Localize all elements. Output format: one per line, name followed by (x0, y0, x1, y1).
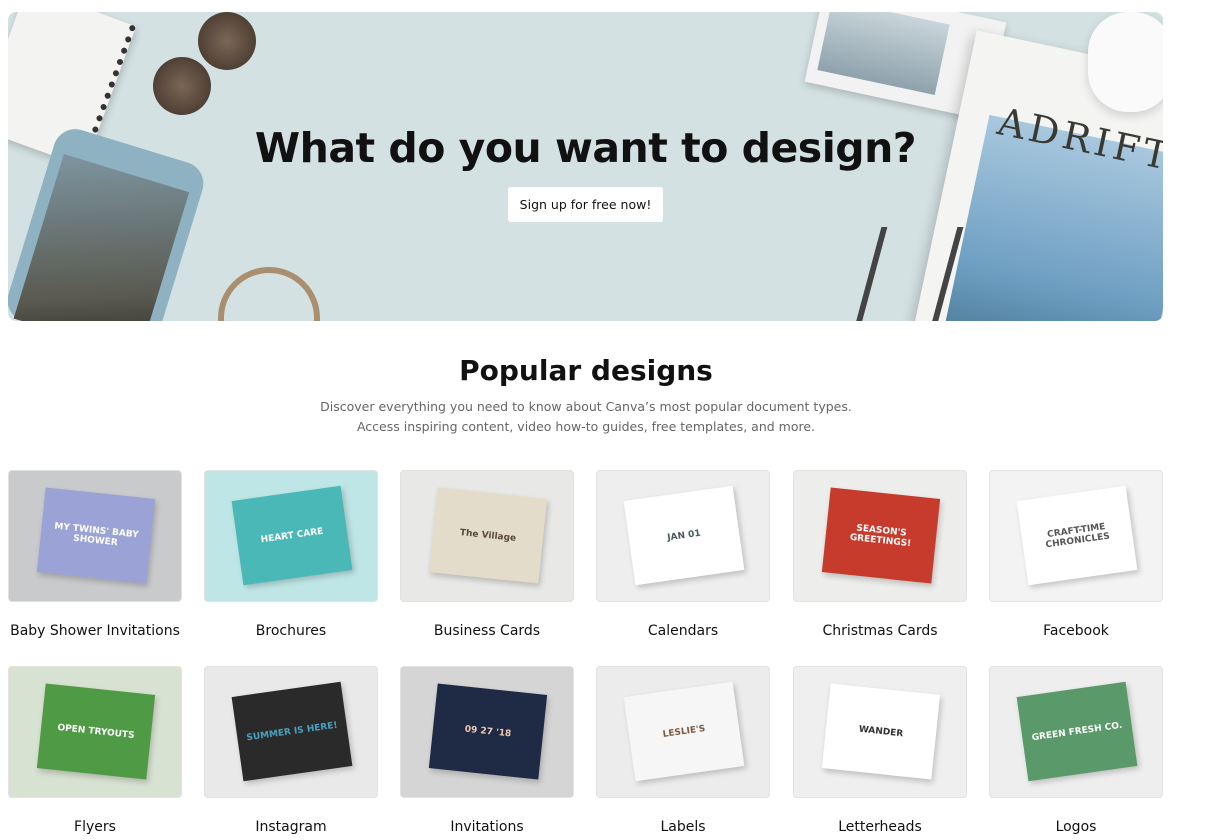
thumbnail-card: SUMMER IS HERE! (231, 681, 353, 782)
design-label[interactable]: Calendars (596, 623, 770, 639)
thumbnail-text: LESLIE'S (662, 723, 706, 740)
design-card-christmas-cards[interactable]: SEASON'S GREETINGS! Christmas Cards (793, 470, 967, 639)
design-thumbnail[interactable]: SEASON'S GREETINGS! (793, 470, 967, 602)
thumbnail-text: MY TWINS' BABY SHOWER (53, 521, 140, 548)
design-label[interactable]: Business Cards (400, 623, 574, 639)
design-card-business-cards[interactable]: The Village Business Cards (400, 470, 574, 639)
design-thumbnail[interactable]: SUMMER IS HERE! (204, 666, 378, 798)
design-label[interactable]: Brochures (204, 623, 378, 639)
thumbnail-text: SUMMER IS HERE! (245, 720, 339, 743)
design-label[interactable]: Christmas Cards (793, 623, 967, 639)
design-card-calendars[interactable]: JAN 01 Calendars (596, 470, 770, 639)
design-thumbnail[interactable]: CRAFT-TIME CHRONICLES (989, 470, 1163, 602)
thumbnail-text: JAN 01 (666, 528, 702, 543)
candle-decoration (1088, 12, 1163, 112)
design-thumbnail[interactable]: OPEN TRYOUTS (8, 666, 182, 798)
thumbnail-card: HEART CARE (231, 485, 353, 586)
design-thumbnail[interactable]: WANDER (793, 666, 967, 798)
thumbnail-text: The Village (459, 527, 517, 544)
design-card-labels[interactable]: LESLIE'S Labels (596, 666, 770, 835)
design-label[interactable]: Baby Shower Invitations (8, 623, 182, 639)
thumbnail-card: CRAFT-TIME CHRONICLES (1016, 485, 1138, 586)
thumbnail-text: GREEN FRESH CO. (1031, 720, 1123, 743)
thumbnail-card: WANDER (821, 683, 941, 780)
design-card-letterheads[interactable]: WANDER Letterheads (793, 666, 967, 835)
thumbnail-text: CRAFT-TIME CHRONICLES (1045, 521, 1111, 550)
thumbnail-text: OPEN TRYOUTS (56, 722, 136, 741)
hero-title: What do you want to design? (254, 124, 917, 172)
thumbnail-text: WANDER (858, 724, 904, 739)
design-thumbnail[interactable]: LESLIE'S (596, 666, 770, 798)
design-card-invitations[interactable]: 09 27 '18 Invitations (400, 666, 574, 835)
design-card-logos[interactable]: GREEN FRESH CO. Logos (989, 666, 1163, 835)
design-card-instagram[interactable]: SUMMER IS HERE! Instagram (204, 666, 378, 835)
design-label[interactable]: Facebook (989, 623, 1163, 639)
twine-decoration (218, 267, 320, 321)
design-card-brochures[interactable]: HEART CARE Brochures (204, 470, 378, 639)
design-thumbnail[interactable]: JAN 01 (596, 470, 770, 602)
thumbnail-card: MY TWINS' BABY SHOWER (36, 487, 156, 584)
design-card-flyers[interactable]: OPEN TRYOUTS Flyers (8, 666, 182, 835)
thumbnail-card: OPEN TRYOUTS (36, 683, 156, 780)
thumbnail-card: GREEN FRESH CO. (1016, 681, 1138, 782)
pinecone-decoration (153, 57, 211, 115)
thumbnail-card: JAN 01 (623, 485, 745, 586)
design-thumbnail[interactable]: HEART CARE (204, 470, 378, 602)
design-label[interactable]: Invitations (400, 819, 574, 835)
hero-banner: ADRIFT What do you want to design? Sign … (8, 12, 1163, 321)
signup-button[interactable]: Sign up for free now! (508, 187, 663, 222)
design-label[interactable]: Labels (596, 819, 770, 835)
thumbnail-text: SEASON'S GREETINGS! (849, 522, 912, 549)
design-thumbnail[interactable]: GREEN FRESH CO. (989, 666, 1163, 798)
thumbnail-card: The Village (428, 487, 548, 584)
section-description: Discover everything you need to know abo… (320, 399, 852, 434)
pinecone-decoration (198, 12, 256, 70)
design-thumbnail[interactable]: 09 27 '18 (400, 666, 574, 798)
design-card-baby-shower-invitations[interactable]: MY TWINS' BABY SHOWER Baby Shower Invita… (8, 470, 182, 639)
design-label[interactable]: Letterheads (793, 819, 967, 835)
design-label[interactable]: Logos (989, 819, 1163, 835)
design-label[interactable]: Flyers (8, 819, 182, 835)
thumbnail-text: 09 27 '18 (464, 724, 512, 739)
design-thumbnail[interactable]: MY TWINS' BABY SHOWER (8, 470, 182, 602)
thumbnail-text: HEART CARE (260, 526, 324, 545)
design-label[interactable]: Instagram (204, 819, 378, 835)
thumbnail-card: SEASON'S GREETINGS! (821, 487, 941, 584)
design-card-facebook[interactable]: CRAFT-TIME CHRONICLES Facebook (989, 470, 1163, 639)
section-title: Popular designs (459, 354, 713, 387)
thumbnail-card: 09 27 '18 (428, 683, 548, 780)
design-thumbnail[interactable]: The Village (400, 470, 574, 602)
thumbnail-card: LESLIE'S (623, 681, 745, 782)
